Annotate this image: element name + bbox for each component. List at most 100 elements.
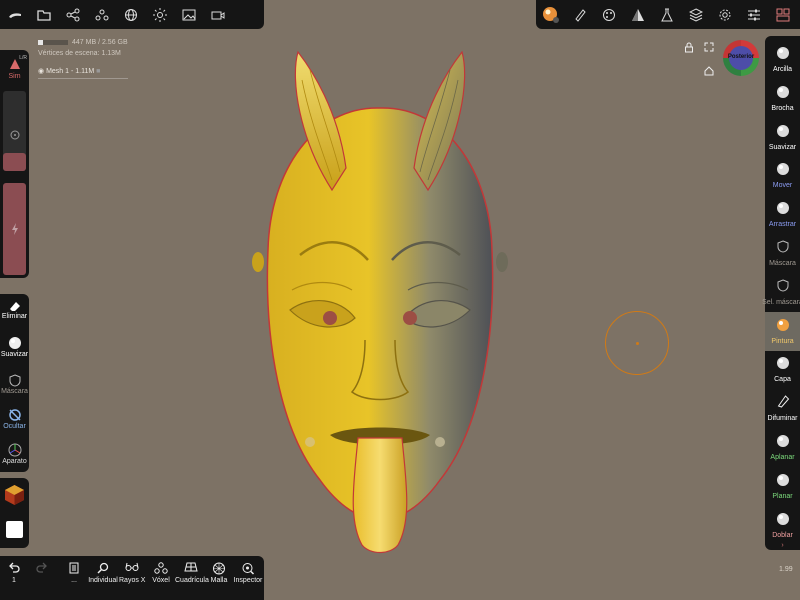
- eye-icon[interactable]: ◉: [38, 68, 44, 75]
- view-cube-label: Posterior: [727, 54, 755, 60]
- sculpt-tool-icon: [776, 201, 790, 215]
- sculpt-tool-suavizar[interactable]: Suavizar: [765, 118, 800, 157]
- sculpt-tool-sel-máscara[interactable]: Sel. máscara: [762, 273, 800, 312]
- sphere-icon[interactable]: [116, 0, 145, 29]
- intensity-slider[interactable]: [3, 183, 26, 275]
- inspector-icon: [242, 563, 255, 575]
- sculpt-tool-label: Aplanar: [770, 454, 795, 461]
- settings-icon[interactable]: [710, 0, 739, 29]
- gizmo-icon: [8, 443, 21, 457]
- memory-text: 447 MB / 2.56 GB: [72, 39, 128, 46]
- material-icon[interactable]: [536, 0, 565, 29]
- sculpt-tool-icon: [776, 85, 790, 99]
- left-tool-label: Ocultar: [3, 423, 26, 430]
- sun-icon[interactable]: [145, 0, 174, 29]
- camera-icon[interactable]: [203, 0, 232, 29]
- sculpt-tool-icon: [777, 240, 789, 253]
- sculpt-tool-label: Planar: [772, 492, 793, 500]
- left-tool-eliminar[interactable]: Eliminar: [0, 300, 29, 320]
- radius-slider[interactable]: [3, 91, 26, 171]
- sculpt-tool-label: Capa: [774, 376, 791, 384]
- palette-icon[interactable]: [594, 0, 623, 29]
- sculpt-tool-mover[interactable]: Mover: [765, 156, 800, 195]
- view-cube[interactable]: Posterior: [723, 40, 759, 76]
- sculpt-tool-arrastrar[interactable]: Arrastrar: [765, 195, 800, 234]
- fullscreen-icon[interactable]: [704, 42, 714, 52]
- memory-bar: [38, 39, 68, 45]
- intensity-icon: [11, 223, 18, 235]
- grid-icon: [184, 562, 198, 572]
- symmetry-button[interactable]: L/R Sim: [0, 52, 29, 86]
- left-tool-ocultar[interactable]: Ocultar: [0, 408, 29, 430]
- gradient-icon[interactable]: [623, 0, 652, 29]
- left-tool-aparato[interactable]: Aparato: [0, 443, 29, 465]
- xray-label: Rayos X: [119, 577, 146, 584]
- scene-info: 447 MB / 2.56 GB Vértices de escena: 1.1…: [38, 37, 128, 59]
- mask-model: [252, 50, 508, 554]
- brush-cursor: [605, 311, 669, 375]
- left-tool-mascara[interactable]: Máscara: [0, 374, 29, 395]
- inspector-button[interactable]: Inspector: [233, 556, 263, 600]
- sculpt-tool-brocha[interactable]: Brocha: [765, 79, 800, 118]
- menu-icon[interactable]: [0, 0, 29, 29]
- inspector-label: Inspector: [233, 577, 263, 584]
- sculpt-tool-capa[interactable]: Capa: [765, 350, 800, 389]
- undo-button[interactable]: 1: [2, 556, 26, 600]
- color-swatch[interactable]: [6, 521, 23, 538]
- top-toolbar-right: [536, 0, 800, 29]
- share-icon[interactable]: [58, 0, 87, 29]
- sculpt-tool-difuminar[interactable]: Difuminar: [765, 389, 800, 428]
- grid-button[interactable]: Cuadrícula: [175, 556, 209, 600]
- xray-button[interactable]: Rayos X: [119, 556, 145, 600]
- home-icon[interactable]: [704, 66, 714, 76]
- layers-icon[interactable]: [681, 0, 710, 29]
- mesh-row[interactable]: ◉ Mesh 1 - 1.11M ■: [38, 67, 100, 75]
- brush-icon[interactable]: [565, 0, 594, 29]
- folder-icon[interactable]: [29, 0, 58, 29]
- lock-icon[interactable]: [684, 42, 694, 53]
- symmetry-label: Sim: [8, 73, 21, 80]
- sculpt-tool-máscara[interactable]: Máscara: [765, 234, 800, 273]
- eraser-icon: [9, 302, 20, 311]
- voxel-icon: [154, 562, 168, 574]
- scene-icon[interactable]: [87, 0, 116, 29]
- sculpt-tool-label: Máscara: [769, 260, 796, 267]
- left-tools-panel: Eliminar Suavizar Máscara Ocultar Aparat…: [0, 294, 29, 472]
- symmetry-axis: L/R: [19, 55, 27, 61]
- left-tool-suavizar[interactable]: Suavizar: [0, 336, 29, 358]
- bottom-toolbar: 1 ... Individual Rayos X Vóxel Cuadrícul…: [0, 556, 264, 600]
- sculpt-tool-pintura[interactable]: Pintura: [765, 311, 800, 351]
- sculpt-tool-icon: [776, 434, 790, 448]
- sculpt-tool-label: Brocha: [771, 104, 794, 112]
- mesh-name: Mesh 1: [46, 68, 70, 75]
- smooth-icon: [8, 337, 21, 349]
- glasses-icon: [125, 562, 139, 571]
- sculpt-tool-doblar[interactable]: Doblar: [765, 506, 800, 545]
- left-panel: L/R Sim: [0, 50, 29, 278]
- tools-icon[interactable]: [768, 0, 797, 29]
- left-tool-label: Máscara: [1, 388, 28, 395]
- document-button[interactable]: ...: [62, 556, 86, 600]
- flask-icon[interactable]: [652, 0, 681, 29]
- scroll-arrow-icon[interactable]: ›: [765, 542, 800, 550]
- grid-label: Cuadrícula: [175, 577, 209, 584]
- sculpt-tool-arcilla[interactable]: Arcilla: [765, 40, 800, 79]
- sculpt-tool-icon: [776, 162, 790, 176]
- sculpt-tool-label: Mover: [772, 182, 793, 190]
- voxel-button[interactable]: Vóxel: [148, 556, 174, 600]
- sculpt-tool-label: Sel. máscara: [762, 298, 800, 306]
- mesh-square-icon: ■: [96, 68, 101, 75]
- sliders-icon[interactable]: [739, 0, 768, 29]
- sculpt-tool-planar[interactable]: Planar: [765, 467, 800, 506]
- individual-button[interactable]: Individual: [88, 556, 118, 600]
- left-tool-label: Suavizar: [0, 351, 29, 358]
- mesh-button[interactable]: Malla: [208, 556, 230, 600]
- material-preview[interactable]: [4, 484, 25, 505]
- viewport-model[interactable]: [240, 40, 520, 560]
- image-icon[interactable]: [174, 0, 203, 29]
- sculpt-tool-aplanar[interactable]: Aplanar: [765, 428, 800, 467]
- search-icon: [97, 562, 109, 574]
- document-icon: [69, 562, 79, 574]
- vertices-label: Vértices de escena:: [38, 50, 100, 57]
- redo-button[interactable]: [30, 556, 54, 600]
